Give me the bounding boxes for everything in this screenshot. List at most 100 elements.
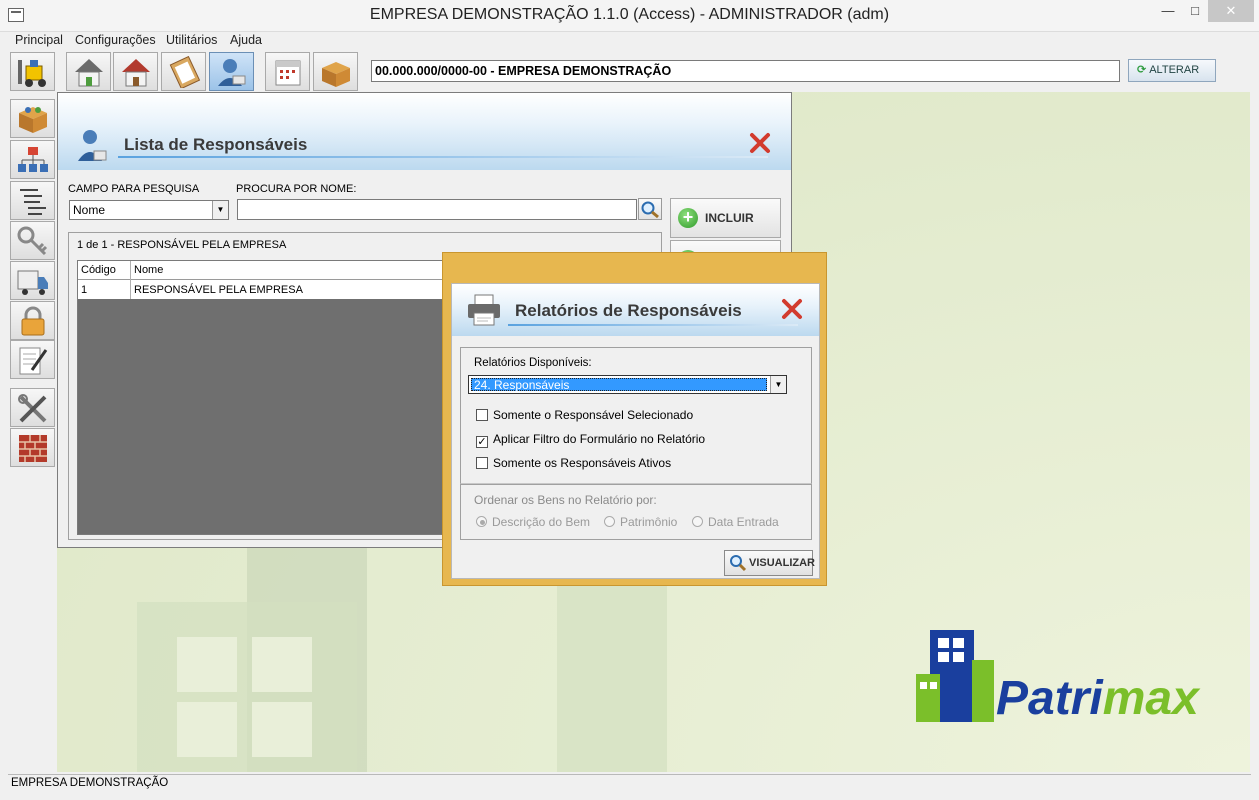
wrench-icon <box>18 394 47 423</box>
minimize-button[interactable]: — <box>1155 0 1181 22</box>
side-cabinet-button[interactable] <box>10 99 55 138</box>
responsaveis-button[interactable] <box>209 52 254 91</box>
selected-report: 24. Responsáveis <box>471 378 767 392</box>
campo-select[interactable]: Nome ▼ <box>69 200 229 220</box>
column-codigo[interactable]: Código <box>81 264 116 276</box>
column-divider <box>130 261 131 299</box>
printer-icon <box>468 294 500 326</box>
lock-icon <box>21 306 45 336</box>
option-selecionado[interactable]: Somente o Responsável Selecionado <box>476 408 693 422</box>
list-tree-icon <box>20 189 46 215</box>
cell-codigo: 1 <box>81 284 88 296</box>
title-underline <box>508 324 798 326</box>
side-document-button[interactable] <box>10 340 55 379</box>
side-list-button[interactable] <box>10 181 55 220</box>
forklift-icon <box>18 60 46 87</box>
home-button[interactable] <box>66 52 111 91</box>
title-underline <box>118 156 768 158</box>
alterar-button[interactable]: ⟳ ALTERAR <box>1128 59 1216 82</box>
ordenar-label: Ordenar os Bens no Relatório por: <box>474 493 657 507</box>
relatorios-dialog: Relatórios de Responsáveis Relatórios Di… <box>442 252 827 586</box>
title-bar: EMPRESA DEMONSTRAÇÃO 1.1.0 (Access) - AD… <box>0 0 1259 32</box>
relatorios-title: Relatórios de Responsáveis <box>515 301 742 320</box>
radio-patrimonio-label: Patrimônio <box>620 515 678 529</box>
menu-bar: Principal Configurações Utilitários Ajud… <box>8 32 1251 50</box>
menu-utilitarios[interactable]: Utilitários <box>166 33 217 47</box>
visualizar-button[interactable]: VISUALIZAR <box>724 550 815 576</box>
cell-nome: RESPONSÁVEL PELA EMPRESA <box>134 284 303 296</box>
window-title: EMPRESA DEMONSTRAÇÃO 1.1.0 (Access) - AD… <box>369 6 890 23</box>
radio-descricao-button[interactable] <box>476 516 487 527</box>
add-icon: + <box>678 208 698 228</box>
option-ativos-label: Somente os Responsáveis Ativos <box>493 456 672 470</box>
relatorios-panel: Relatórios de Responsáveis Relatórios Di… <box>451 283 820 579</box>
radio-descricao[interactable]: Descrição do Bem <box>476 515 590 529</box>
clipboard-button[interactable] <box>161 52 206 91</box>
side-key-button[interactable] <box>10 221 55 260</box>
house-icon <box>75 59 103 87</box>
brick-wall-icon <box>19 435 47 462</box>
incluir-button[interactable]: + INCLUIR <box>670 198 781 238</box>
key-icon <box>17 226 48 256</box>
chevron-down-icon[interactable]: ▼ <box>212 201 228 219</box>
procura-label: PROCURA POR NOME: <box>236 183 357 195</box>
search-button[interactable] <box>638 198 662 220</box>
side-firewall-button[interactable] <box>10 428 55 467</box>
record-count: 1 de 1 - RESPONSÁVEL PELA EMPRESA <box>77 239 287 251</box>
home-red-icon <box>122 59 150 87</box>
company-field[interactable]: 00.000.000/0000-00 - EMPRESA DEMONSTRAÇÃ… <box>371 60 1120 82</box>
relatorio-select[interactable]: 24. Responsáveis ▼ <box>468 375 787 394</box>
side-tools-button[interactable] <box>10 388 55 427</box>
visualizar-label: VISUALIZAR <box>749 557 815 569</box>
radio-data-entrada[interactable]: Data Entrada <box>692 515 779 529</box>
side-hierarchy-button[interactable] <box>10 140 55 179</box>
clipboard-icon <box>169 56 201 88</box>
radio-descricao-label: Descrição do Bem <box>492 515 591 529</box>
box-icon <box>322 62 350 87</box>
menu-principal[interactable]: Principal <box>15 33 63 47</box>
option-aplicar-filtro[interactable]: ✓ Aplicar Filtro do Formulário no Relatór… <box>476 432 705 448</box>
status-bar: EMPRESA DEMONSTRAÇÃO <box>8 774 1251 792</box>
forklift-button[interactable] <box>10 52 55 91</box>
status-text: EMPRESA DEMONSTRAÇÃO <box>11 777 169 789</box>
side-lock-button[interactable] <box>10 301 55 340</box>
disponiveis-label: Relatórios Disponíveis: <box>474 357 592 369</box>
checkbox-aplicar-filtro[interactable]: ✓ <box>476 436 488 448</box>
ordenar-group <box>460 483 812 540</box>
building-button[interactable] <box>113 52 158 91</box>
chevron-down-icon[interactable]: ▼ <box>770 376 786 393</box>
campo-label: CAMPO PARA PESQUISA <box>68 183 200 195</box>
close-window-button[interactable]: ✕ <box>1208 0 1254 22</box>
checkbox-selecionado[interactable] <box>476 409 488 421</box>
lista-title: Lista de Responsáveis <box>124 135 308 154</box>
radio-patrimonio[interactable]: Patrimônio <box>604 515 677 529</box>
box-button[interactable] <box>313 52 358 91</box>
logo-text: Patrimax <box>996 672 1201 725</box>
column-nome[interactable]: Nome <box>134 264 163 276</box>
maximize-button[interactable]: □ <box>1182 0 1208 22</box>
option-ativos[interactable]: Somente os Responsáveis Ativos <box>476 456 671 470</box>
close-relatorios-icon[interactable] <box>781 298 803 320</box>
search-icon <box>730 555 747 572</box>
cabinet-icon <box>19 107 47 133</box>
calendar-icon <box>275 60 301 86</box>
alterar-label: ALTERAR <box>1149 64 1200 76</box>
user-icon <box>218 59 246 86</box>
close-lista-icon[interactable] <box>749 132 771 154</box>
incluir-label: INCLUIR <box>705 211 754 225</box>
radio-data-entrada-button[interactable] <box>692 516 703 527</box>
refresh-icon: ⟳ <box>1137 64 1147 76</box>
side-truck-button[interactable] <box>10 261 55 300</box>
search-icon <box>641 201 659 219</box>
procura-input[interactable] <box>237 199 637 220</box>
calendar-button[interactable] <box>265 52 310 91</box>
menu-configuracoes[interactable]: Configurações <box>75 33 156 47</box>
menu-ajuda[interactable]: Ajuda <box>230 33 262 47</box>
option-selecionado-label: Somente o Responsável Selecionado <box>493 408 694 422</box>
relatorios-header: Relatórios de Responsáveis <box>452 284 819 336</box>
option-aplicar-filtro-label: Aplicar Filtro do Formulário no Relatóri… <box>493 432 706 446</box>
radio-patrimonio-button[interactable] <box>604 516 615 527</box>
org-chart-icon <box>18 147 48 172</box>
checkbox-ativos[interactable] <box>476 457 488 469</box>
document-pen-icon <box>19 347 48 375</box>
